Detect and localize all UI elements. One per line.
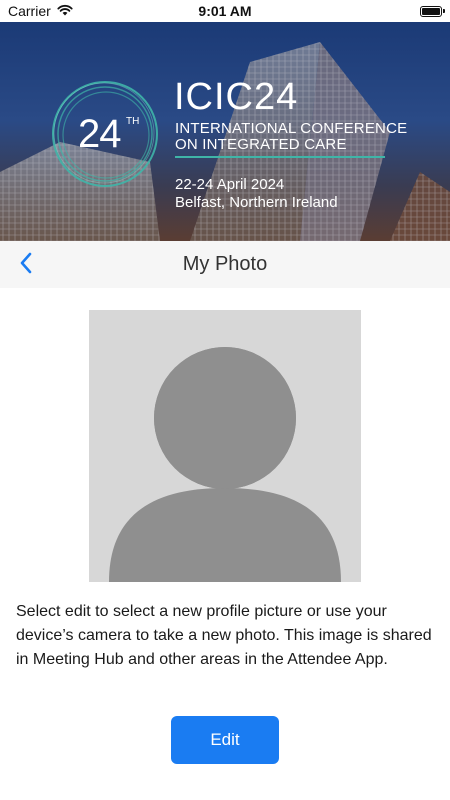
conference-subtitle-line2: ON INTEGRATED CARE [175,136,347,153]
conference-location: Belfast, Northern Ireland [175,194,338,211]
page-title: My Photo [182,253,268,275]
wifi-icon [57,3,73,19]
chevron-left-icon [19,252,33,279]
back-button[interactable] [12,251,40,279]
conference-title: ICIC24 [174,76,299,118]
edit-button[interactable]: Edit [171,716,279,764]
nav-bar: My Photo [0,241,450,288]
person-silhouette-icon [89,310,361,582]
conference-subtitle-line1: INTERNATIONAL CONFERENCE [175,120,408,137]
status-left: Carrier [8,3,73,19]
photo-instructions: Select edit to select a new profile pict… [16,603,432,668]
teal-divider [175,156,385,158]
carrier-label: Carrier [8,3,51,19]
battery-icon [420,5,445,17]
status-bar: Carrier 9:01 AM [0,0,450,22]
edition-number: 24 [78,112,121,156]
profile-photo [89,310,361,582]
edition-suffix: TH [126,116,140,127]
conference-banner: 24 TH ICIC24 INTERNATIONAL CONFERENCE ON… [0,22,450,241]
conference-dates: 22-24 April 2024 [175,176,285,193]
